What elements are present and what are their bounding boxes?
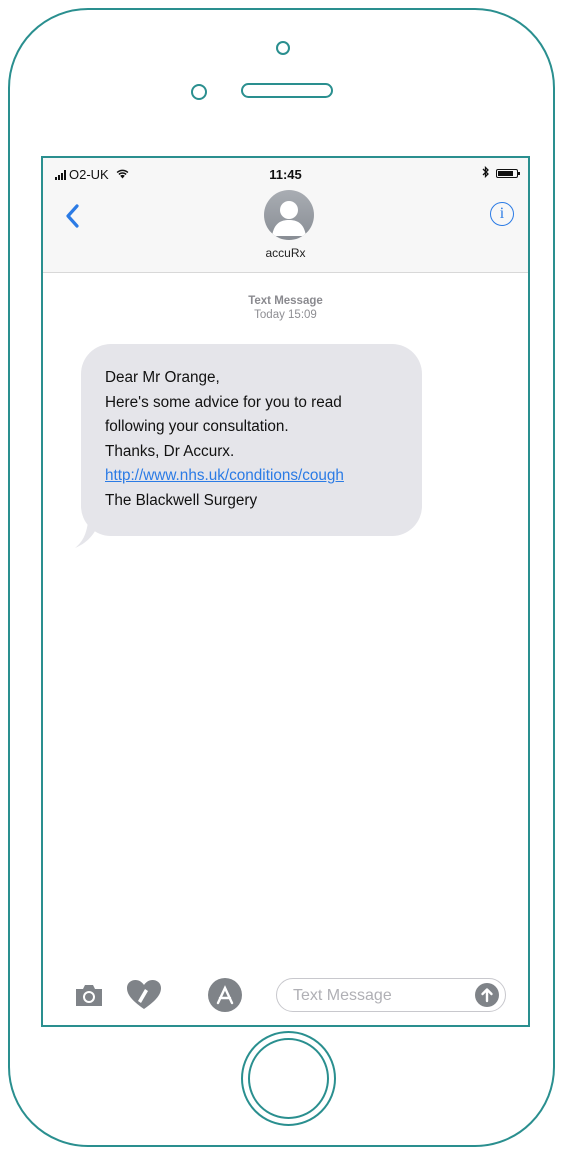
camera-icon[interactable] [73,979,105,1011]
message-line: Thanks, Dr Accurx. [105,442,235,460]
contact-name[interactable]: accuRx [43,246,528,260]
message-line: Dear Mr Orange, [105,369,220,386]
message-type-label: Text Message [248,295,323,307]
digital-touch-icon[interactable] [125,979,163,1011]
chevron-left-icon[interactable] [61,196,85,236]
message-time: Today 15:09 [254,309,317,321]
front-camera [276,41,290,55]
home-button-ring [248,1038,329,1119]
bluetooth-icon [482,165,490,181]
contact-avatar[interactable] [264,190,314,240]
proximity-sensor [191,84,207,100]
info-icon[interactable]: i [490,202,514,226]
message-link[interactable]: http://www.nhs.uk/conditions/cough [105,467,344,484]
received-message-bubble: Dear Mr Orange, Here's some advice for y… [81,344,422,536]
message-line: following your consultation. [105,418,289,435]
message-input-bar [43,965,528,1025]
app-store-icon[interactable] [207,977,243,1013]
message-text-field[interactable] [276,978,506,1012]
phone-screen: O2-UK 11:45 accuRx i Text Message Today … [41,156,530,1027]
message-timestamp: Text Message Today 15:09 [43,294,528,322]
status-bar: O2-UK 11:45 [43,158,528,186]
message-line: The Blackwell Surgery [105,491,258,509]
battery-icon [496,169,520,178]
message-input[interactable] [291,984,465,1008]
earpiece-speaker [241,83,333,98]
send-arrow-icon[interactable] [475,983,499,1007]
status-time: 11:45 [269,167,302,182]
conversation-header: accuRx i [43,186,528,273]
message-line: Here's some advice for you to read [105,393,342,411]
